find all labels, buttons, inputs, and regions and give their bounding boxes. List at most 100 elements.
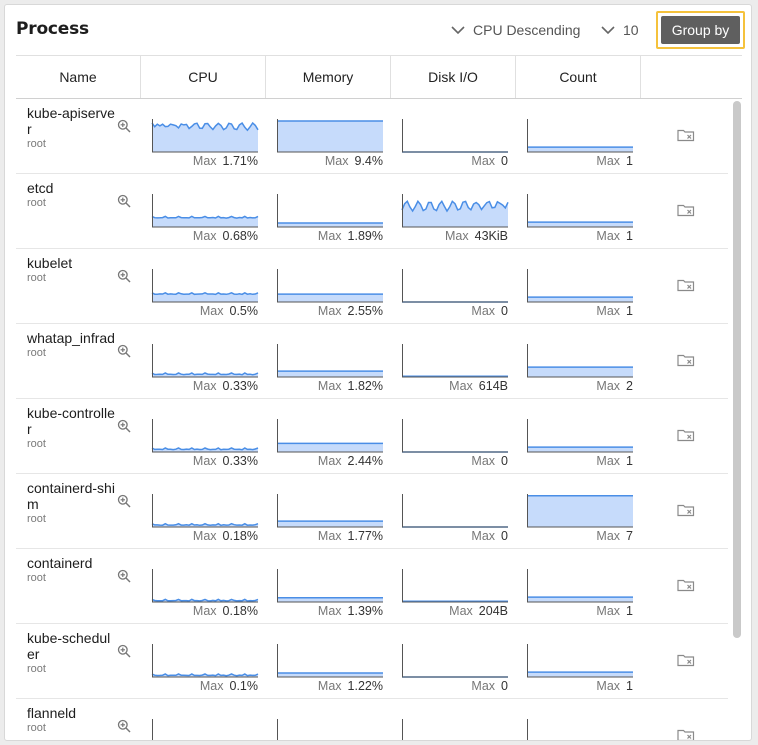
disk-io-chart[interactable] — [401, 194, 509, 228]
table-row[interactable]: etcd root Max 0.68% Max 1.89% Max 43KiB Max 1 — [16, 174, 728, 249]
count-sparkline — [527, 494, 633, 528]
group-by-button[interactable]: Group by — [661, 16, 740, 44]
cpu-chart[interactable] — [151, 494, 259, 528]
cpu-sparkline — [151, 644, 259, 678]
column-header-cpu[interactable]: CPU — [141, 56, 266, 98]
max-value: 0.68% — [222, 229, 258, 243]
cpu-sparkline — [151, 344, 259, 378]
zoom-in-icon[interactable] — [117, 344, 131, 358]
count-chart[interactable] — [527, 119, 633, 153]
zoom-in-icon[interactable] — [117, 569, 131, 583]
max-value: 0 — [501, 454, 508, 468]
zoom-in-icon[interactable] — [117, 419, 131, 433]
count-chart[interactable] — [527, 719, 633, 740]
folder-remove-icon[interactable] — [677, 278, 695, 292]
memory-chart[interactable] — [277, 569, 383, 603]
memory-chart[interactable] — [277, 269, 383, 303]
disk-io-chart[interactable] — [402, 269, 508, 303]
folder-remove-icon[interactable] — [677, 728, 695, 741]
sparkline-area — [152, 123, 258, 152]
count-chart[interactable] — [527, 344, 633, 378]
table-row[interactable]: kube-scheduler root Max 0.1% Max 1.22% Max 0 Max… — [16, 624, 728, 699]
folder-remove-icon[interactable] — [677, 578, 695, 592]
max-label: Max — [596, 454, 621, 468]
folder-remove-icon[interactable] — [677, 503, 695, 517]
cpu-chart[interactable] — [151, 119, 259, 153]
count-chart[interactable] — [527, 569, 633, 603]
folder-remove-icon[interactable] — [677, 128, 695, 142]
process-name: whatap_infrad root — [27, 330, 115, 360]
memory-chart[interactable] — [277, 194, 383, 228]
folder-remove-icon[interactable] — [677, 353, 695, 367]
disk-io-chart[interactable] — [402, 569, 508, 603]
column-header-disk-io[interactable]: Disk I/O — [391, 56, 516, 98]
count-chart[interactable] — [527, 644, 633, 678]
max-label: Max — [471, 304, 496, 318]
max-value: 2 — [626, 379, 633, 393]
count-chart[interactable] — [527, 194, 633, 228]
zoom-in-icon[interactable] — [117, 269, 131, 283]
column-header-memory[interactable]: Memory — [266, 56, 391, 98]
disk-io-chart[interactable] — [402, 644, 508, 678]
table-row[interactable]: kube-controller root Max 0.33% Max 2.44% Max 0 M… — [16, 399, 728, 474]
max-label: Max — [471, 454, 496, 468]
disk-io-chart[interactable] — [402, 494, 508, 528]
chevron-down-icon — [451, 26, 465, 35]
cpu-chart[interactable] — [151, 644, 259, 678]
cpu-chart[interactable] — [151, 344, 259, 378]
table-row[interactable]: containerd root Max 0.18% Max 1.39% Max 204B Max… — [16, 549, 728, 624]
zoom-in-icon[interactable] — [117, 119, 131, 133]
process-name: containerd-shim root — [27, 480, 115, 526]
table-row[interactable]: containerd-shim root Max 0.18% Max 1.77% Max 0 M… — [16, 474, 728, 549]
limit-dropdown[interactable]: 10 — [601, 22, 639, 38]
zoom-in-icon[interactable] — [117, 494, 131, 508]
zoom-in-icon[interactable] — [117, 194, 131, 208]
folder-remove-icon[interactable] — [677, 428, 695, 442]
table-row[interactable]: flanneld root — [16, 699, 728, 741]
folder-remove-icon[interactable] — [677, 653, 695, 667]
count-max-caption: Max 1 — [527, 154, 633, 168]
sort-dropdown[interactable]: CPU Descending — [451, 22, 580, 38]
table-row[interactable]: kube-apiserver root Max 1.71% Max 9.4% Max 0 Max… — [16, 99, 728, 174]
memory-sparkline — [277, 719, 278, 740]
memory-chart[interactable] — [277, 719, 383, 740]
max-label: Max — [192, 229, 217, 243]
column-header-name[interactable]: Name — [16, 56, 141, 98]
vertical-scrollbar[interactable] — [733, 101, 741, 638]
count-chart[interactable] — [527, 494, 633, 528]
cpu-chart[interactable] — [151, 194, 259, 228]
max-value: 0 — [501, 154, 508, 168]
disk-io-chart[interactable] — [402, 119, 508, 153]
memory-chart[interactable] — [277, 419, 383, 453]
count-chart[interactable] — [527, 269, 633, 303]
sparkline-axis — [152, 494, 258, 528]
memory-chart[interactable] — [277, 119, 383, 153]
sparkline-axis — [152, 569, 258, 603]
table-row[interactable]: kubelet root Max 0.5% Max 2.55% Max 0 Max 1 — [16, 249, 728, 324]
disk-io-chart[interactable] — [402, 419, 508, 453]
cpu-chart[interactable] — [152, 719, 258, 740]
max-value: 0 — [501, 304, 508, 318]
process-name-text: kubelet — [27, 255, 73, 271]
table-row[interactable]: whatap_infrad root Max 0.33% Max 1.82% Max 614B… — [16, 324, 728, 399]
memory-chart[interactable] — [277, 644, 383, 678]
disk-io-chart[interactable] — [402, 719, 508, 740]
cpu-chart[interactable] — [151, 419, 259, 453]
cpu-chart[interactable] — [151, 269, 259, 303]
zoom-in-icon[interactable] — [117, 719, 131, 733]
max-label: Max — [192, 154, 217, 168]
max-label: Max — [449, 379, 473, 393]
max-label: Max — [471, 154, 496, 168]
folder-remove-icon[interactable] — [677, 203, 695, 217]
sparkline-area — [277, 294, 383, 302]
zoom-in-icon[interactable] — [117, 644, 131, 658]
cpu-chart[interactable] — [151, 569, 259, 603]
column-header-count[interactable]: Count — [516, 56, 641, 98]
count-chart[interactable] — [527, 419, 633, 453]
memory-chart[interactable] — [277, 494, 383, 528]
memory-chart[interactable] — [277, 344, 383, 378]
max-label: Max — [317, 604, 342, 618]
cpu-sparkline — [151, 194, 259, 228]
process-name-text: kube-scheduler — [27, 630, 111, 662]
disk-io-chart[interactable] — [402, 344, 508, 378]
